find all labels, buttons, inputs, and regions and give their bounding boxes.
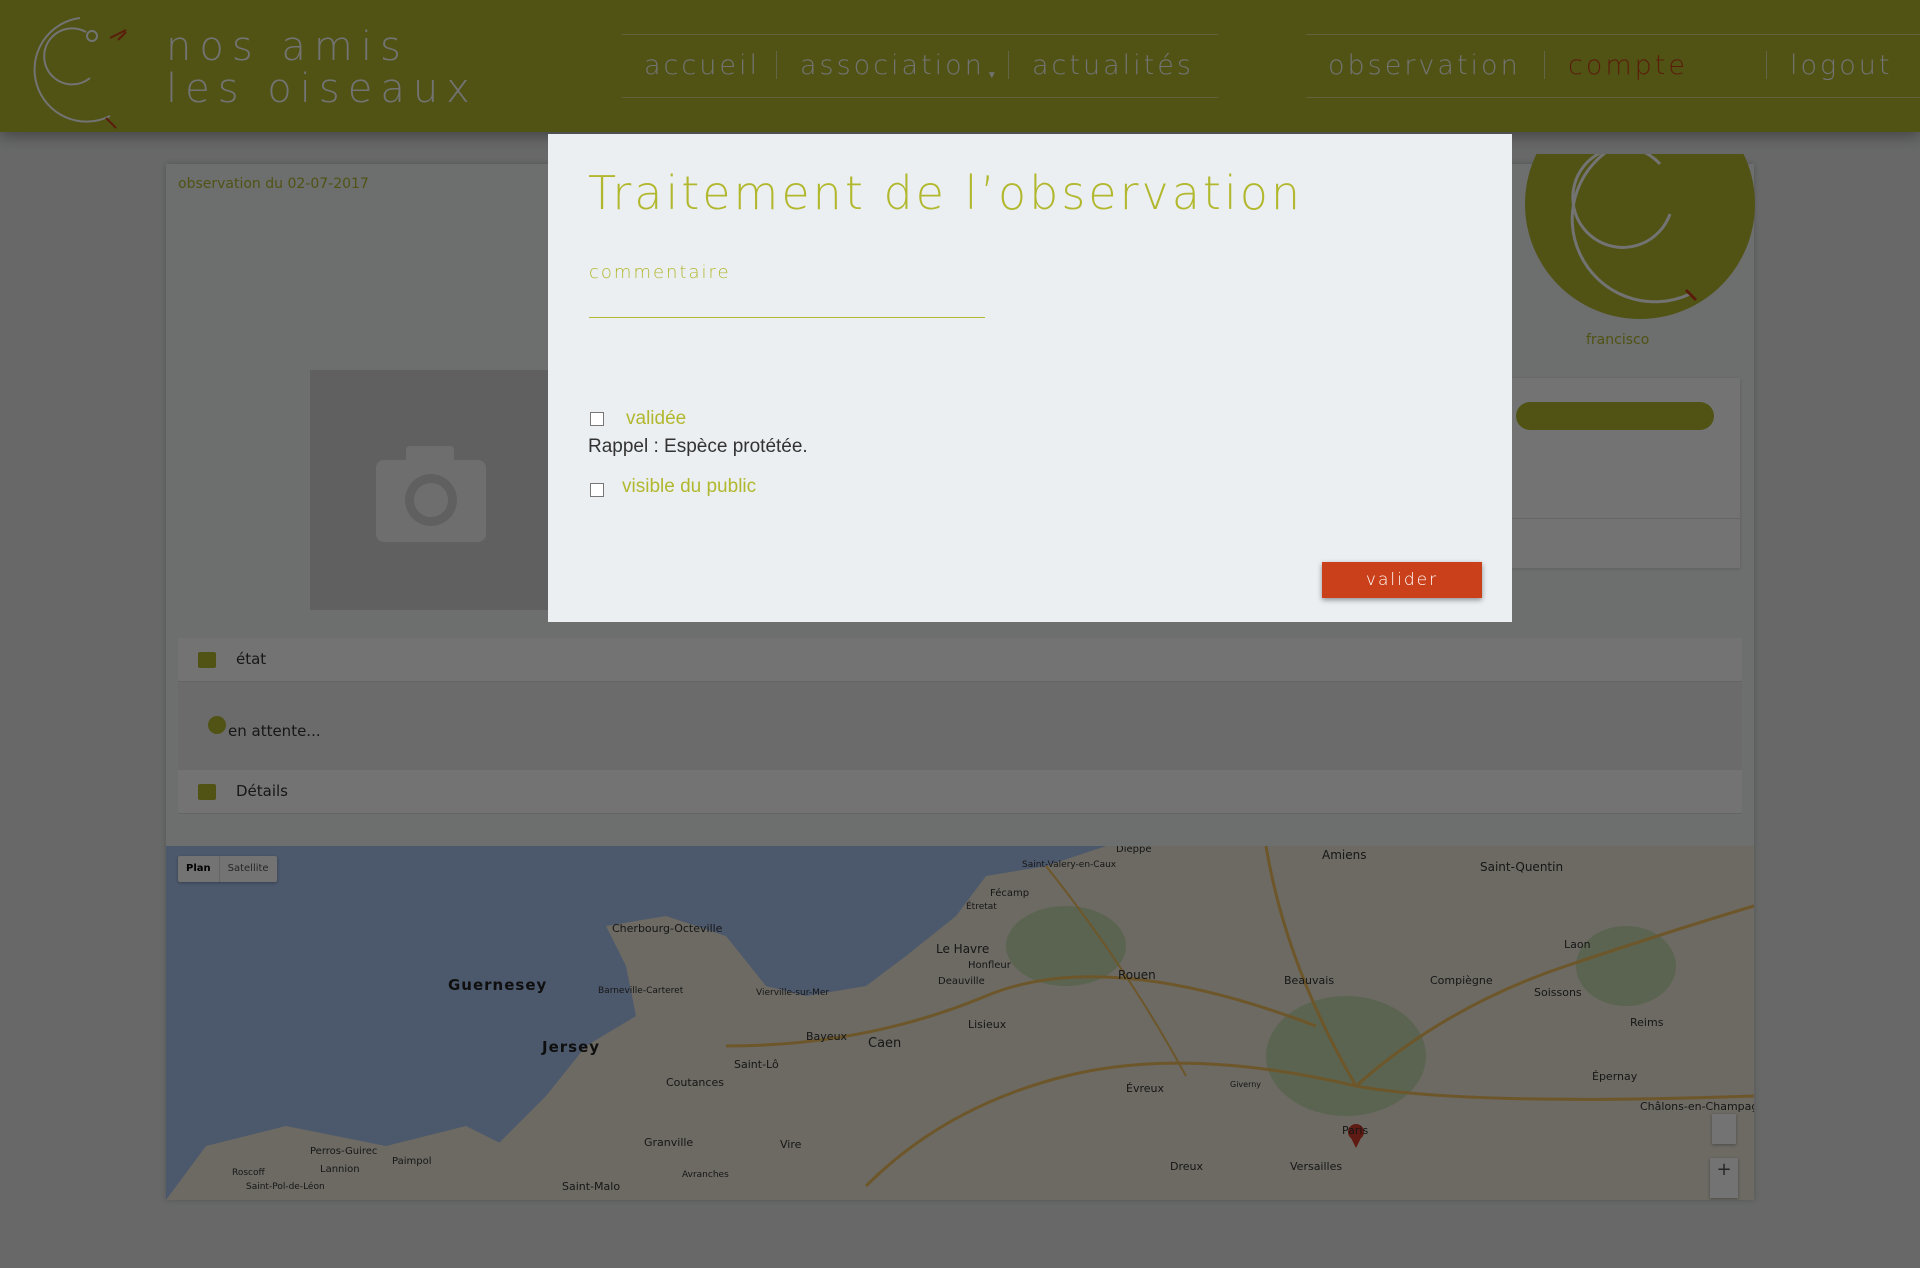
validated-checkbox[interactable] <box>590 412 604 426</box>
brand-line-2: les oiseaux <box>166 66 478 112</box>
side-panel <box>1510 378 1740 568</box>
zoom-in-button[interactable]: + <box>1710 1158 1738 1198</box>
map-label: Soissons <box>1534 986 1582 999</box>
map-label: Paris <box>1342 1124 1369 1137</box>
section-details-label: Détails <box>236 782 289 800</box>
map-label: Bayeux <box>806 1030 848 1043</box>
divider <box>1510 518 1740 519</box>
map-type-satellite[interactable]: Satellite <box>220 856 277 882</box>
map-label: Avranches <box>682 1170 729 1180</box>
section-etat-header[interactable]: état <box>178 638 1742 682</box>
public-label[interactable]: visible du public <box>622 476 756 498</box>
submit-button[interactable]: valider <box>1322 562 1482 598</box>
status-value: en attente... <box>228 722 321 740</box>
nav-logout[interactable]: logout <box>1790 43 1892 89</box>
user-avatar[interactable] <box>1510 154 1760 324</box>
map-label: Barneville-Carteret <box>598 986 684 996</box>
map-label: Vire <box>780 1138 802 1151</box>
map-label: Jersey <box>542 1038 601 1056</box>
brand-line-1: nos amis <box>166 24 409 70</box>
section-etat-body: en attente... <box>178 682 1742 770</box>
section-etat-label: état <box>236 650 267 668</box>
street-view-icon[interactable] <box>1712 1114 1736 1144</box>
section-details-header[interactable]: Détails <box>178 770 1742 814</box>
treatment-modal: Traitement de l’observation commentaire … <box>548 134 1512 622</box>
map-label: Évreux <box>1126 1082 1164 1095</box>
map-label: Perros-Guirec <box>310 1146 378 1157</box>
nav-observation[interactable]: observation <box>1328 43 1521 89</box>
map-label: Le Havre <box>936 942 990 956</box>
map-label: Caen <box>868 1036 902 1051</box>
side-panel-bar <box>1516 402 1714 430</box>
map-label: Dreux <box>1170 1160 1203 1173</box>
nav-separator <box>776 51 777 79</box>
map-background <box>166 846 1754 1200</box>
brand-name: nos amis les oiseaux <box>166 26 478 110</box>
observation-photo <box>310 370 550 610</box>
map-label: Laon <box>1564 938 1591 951</box>
main-nav: accueil association ▼ actualités <box>622 34 1218 98</box>
nav-separator <box>1766 51 1767 79</box>
public-checkbox[interactable] <box>590 483 604 497</box>
clock-icon <box>208 716 226 734</box>
nav-separator <box>1544 51 1545 79</box>
bird-logo-icon[interactable] <box>6 8 132 132</box>
map-label: Roscoff <box>232 1168 265 1178</box>
nav-association[interactable]: association ▼ <box>800 43 1000 89</box>
map-label: Guernesey <box>448 976 548 994</box>
map-label: Épernay <box>1592 1070 1638 1083</box>
nav-association-label: association <box>800 50 985 81</box>
map-label: Rouen <box>1118 968 1156 982</box>
map-label: Deauville <box>938 976 985 987</box>
map-label: Coutances <box>666 1076 724 1089</box>
image-icon <box>198 652 216 668</box>
site-header: nos amis les oiseaux accueil association… <box>0 0 1920 132</box>
observation-date: observation du 02-07-2017 <box>178 176 369 192</box>
nav-accueil[interactable]: accueil <box>644 43 760 89</box>
map-label: Dieppe <box>1116 846 1152 855</box>
map-label: Vierville-sur-Mer <box>756 988 830 998</box>
camera-icon <box>376 446 486 542</box>
map-label: Lannion <box>320 1164 360 1175</box>
map-label: Saint-Valery-en-Caux <box>1022 860 1117 870</box>
map-label: Amiens <box>1322 848 1367 862</box>
map-label: Cherbourg-Octeville <box>612 922 723 935</box>
nav-separator <box>1008 51 1009 79</box>
validated-row: validée <box>590 408 686 430</box>
map-label: Châlons-en-Champagne <box>1640 1100 1754 1113</box>
protected-species-reminder: Rappel : Espèce protétée. <box>588 436 808 457</box>
map-label: Saint-Lô <box>734 1058 779 1071</box>
map-label: Granville <box>644 1136 694 1149</box>
map-label: Giverny <box>1230 1080 1262 1089</box>
map-label: Fécamp <box>990 888 1030 899</box>
caret-down-icon: ▼ <box>986 70 1000 81</box>
map-label: Versailles <box>1290 1160 1343 1173</box>
public-row: visible du public <box>590 476 756 498</box>
map-label: Étretat <box>966 902 997 912</box>
nav-compte[interactable]: compte <box>1568 43 1688 89</box>
nav-actualites[interactable]: actualités <box>1032 43 1194 89</box>
username: francisco <box>1586 332 1650 348</box>
map-label: Paimpol <box>392 1156 432 1167</box>
modal-title: Traitement de l’observation <box>588 166 1304 220</box>
map-label: Saint-Pol-de-Léon <box>246 1182 325 1192</box>
comment-input[interactable] <box>589 286 985 318</box>
map-label: Honfleur <box>968 960 1011 971</box>
map-label: Reims <box>1630 1016 1664 1029</box>
map-label: Compiègne <box>1430 974 1493 987</box>
map-label: Lisieux <box>968 1018 1007 1031</box>
map-label: Saint-Malo <box>562 1180 621 1193</box>
observation-map[interactable]: Plan Satellite Guernesey Jersey Cherbour… <box>166 846 1754 1200</box>
comment-label: commentaire <box>589 262 731 283</box>
image-icon <box>198 784 216 800</box>
map-type-control: Plan Satellite <box>178 856 277 882</box>
user-nav: observation compte logout <box>1306 34 1920 98</box>
map-label: Beauvais <box>1284 974 1335 987</box>
map-label: Saint-Quentin <box>1480 860 1564 874</box>
map-type-plan[interactable]: Plan <box>178 856 220 882</box>
validated-label[interactable]: validée <box>626 408 686 430</box>
